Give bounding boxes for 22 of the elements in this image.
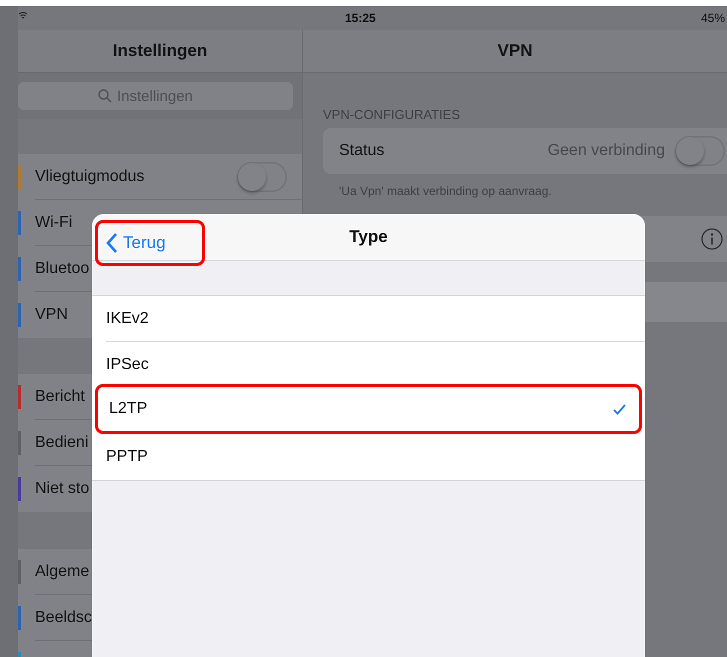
status-label: Status (339, 142, 384, 160)
settings-label: Algeme (35, 563, 90, 581)
navigation-title: VPN (498, 41, 532, 61)
option-label: IKEv2 (106, 310, 149, 328)
option-label: L2TP (109, 400, 148, 418)
section-header: VPN-CONFIGURATIES (323, 107, 461, 122)
settings-label: Bluetoo (35, 260, 90, 278)
sheet-title: Type (349, 227, 388, 247)
settings-label: Bericht (35, 388, 85, 406)
settings-label: Wi-Fi (35, 214, 72, 232)
battery-percentage: 45% (700, 11, 725, 25)
status-time: 15:25 (345, 11, 376, 25)
navigation-title: Instellingen (112, 41, 208, 61)
settings-label: Vliegtuigmodus (35, 168, 144, 186)
settings-label: VPN (35, 306, 68, 324)
option-label: PPTP (106, 448, 148, 466)
settings-label: Beeldsc (35, 609, 92, 627)
settings-label: Bedieni (35, 434, 88, 452)
option-label: IPSec (106, 356, 149, 374)
section-footer: 'Ua Vpn' maakt verbinding op aanvraag. (339, 184, 727, 198)
settings-label: Niet sto (35, 480, 90, 498)
status-value: Geen verbinding (548, 142, 665, 160)
